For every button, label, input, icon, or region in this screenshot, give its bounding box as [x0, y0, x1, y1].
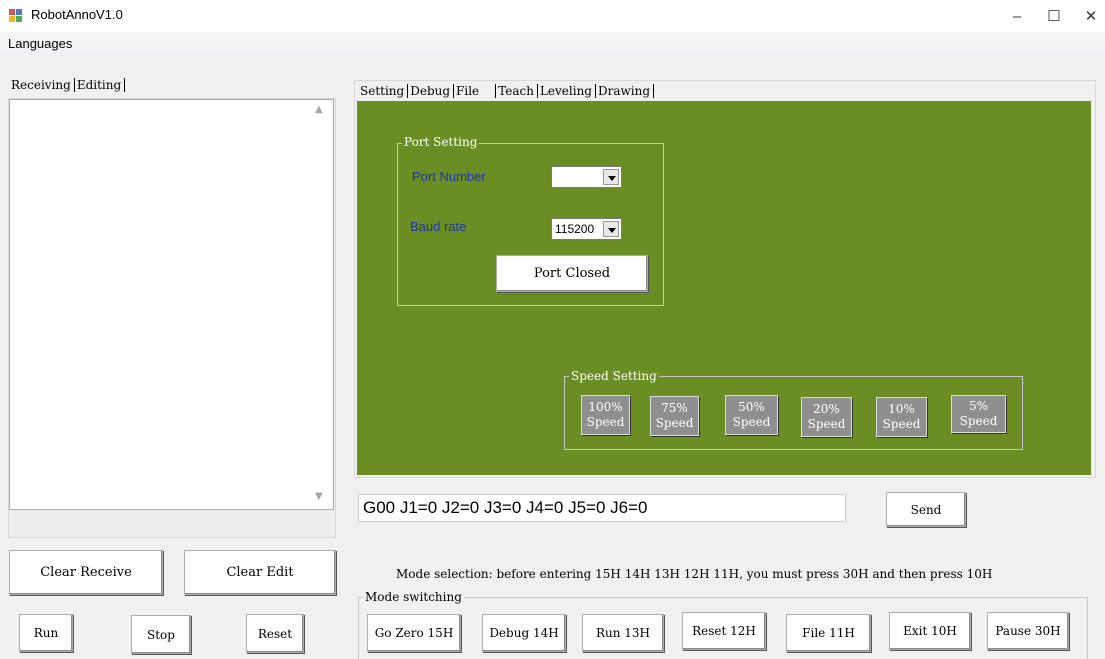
chevron-down-icon — [603, 221, 619, 237]
mode-switching-title: Mode switching — [363, 590, 464, 604]
speed-pct: 100% — [588, 400, 623, 414]
tab-debug[interactable]: Debug — [408, 84, 455, 98]
left-tab-strip: Receiving Editing — [9, 78, 126, 92]
speed-pct: 20% — [813, 402, 840, 416]
exit-10h-button[interactable]: Exit 10H — [889, 612, 971, 650]
tab-editing[interactable]: Editing — [75, 78, 126, 92]
chevron-down-icon — [603, 169, 619, 185]
reset-12h-button[interactable]: Reset 12H — [682, 612, 766, 650]
receive-textarea[interactable] — [9, 99, 334, 510]
port-number-select[interactable] — [551, 166, 622, 188]
close-button[interactable]: ✕ — [1068, 0, 1105, 32]
scroll-down-icon[interactable]: ▼ — [315, 491, 323, 502]
menu-languages[interactable]: Languages — [8, 36, 72, 51]
go-zero-15h-button[interactable]: Go Zero 15H — [367, 614, 461, 652]
title-bar — [0, 0, 1105, 32]
speed-pct: 10% — [888, 402, 915, 416]
mode-selection-note: Mode selection: before entering 15H 14H … — [396, 567, 993, 581]
baud-rate-select[interactable]: 115200 — [551, 218, 622, 240]
window-title: RobotAnnoV1.0 — [31, 7, 123, 22]
speed-75-button[interactable]: 75% Speed — [650, 396, 699, 436]
speed-word: Speed — [959, 414, 998, 428]
tab-setting[interactable]: Setting — [358, 84, 409, 98]
stop-button[interactable]: Stop — [131, 615, 191, 654]
speed-setting-title: Speed Setting — [569, 369, 659, 383]
clear-edit-button[interactable]: Clear Edit — [184, 550, 336, 595]
reset-button[interactable]: Reset — [246, 614, 304, 653]
speed-5-button[interactable]: 5% Speed — [951, 395, 1006, 433]
speed-word: Speed — [586, 415, 625, 429]
speed-word: Speed — [732, 415, 771, 429]
port-number-label: Port Number — [412, 169, 486, 184]
speed-pct: 5% — [968, 399, 989, 413]
right-tab-strip: Setting Debug File Teach Leveling Drawing — [358, 84, 655, 98]
port-setting-title: Port Setting — [402, 135, 480, 149]
run-button[interactable]: Run — [19, 614, 73, 652]
baud-rate-label: Baud rate — [410, 219, 467, 234]
speed-word: Speed — [807, 417, 846, 431]
menu-bar — [0, 32, 1105, 57]
speed-20-button[interactable]: 20% Speed — [801, 397, 852, 437]
tab-leveling[interactable]: Leveling — [538, 84, 596, 98]
speed-100-button[interactable]: 100% Speed — [581, 395, 630, 435]
app-icon — [9, 9, 23, 23]
scroll-up-icon[interactable]: ▲ — [315, 104, 323, 115]
run-13h-button[interactable]: Run 13H — [582, 614, 664, 652]
speed-pct: 75% — [661, 401, 688, 415]
send-button[interactable]: Send — [886, 492, 966, 527]
debug-14h-button[interactable]: Debug 14H — [482, 614, 566, 652]
tab-file[interactable]: File — [454, 84, 497, 98]
speed-word: Speed — [882, 417, 921, 431]
tab-drawing[interactable]: Drawing — [596, 84, 655, 98]
speed-word: Speed — [655, 416, 694, 430]
command-input[interactable]: G00 J1=0 J2=0 J3=0 J4=0 J5=0 J6=0 — [358, 494, 846, 522]
clear-receive-button[interactable]: Clear Receive — [9, 550, 163, 595]
speed-pct: 50% — [738, 400, 765, 414]
tab-teach[interactable]: Teach — [496, 84, 538, 98]
speed-50-button[interactable]: 50% Speed — [725, 395, 778, 435]
pause-30h-button[interactable]: Pause 30H — [987, 612, 1069, 650]
tab-receiving[interactable]: Receiving — [9, 78, 75, 92]
baud-rate-value: 115200 — [555, 222, 595, 236]
file-11h-button[interactable]: File 11H — [786, 614, 871, 652]
port-toggle-button[interactable]: Port Closed — [496, 255, 648, 292]
speed-10-button[interactable]: 10% Speed — [876, 397, 927, 437]
